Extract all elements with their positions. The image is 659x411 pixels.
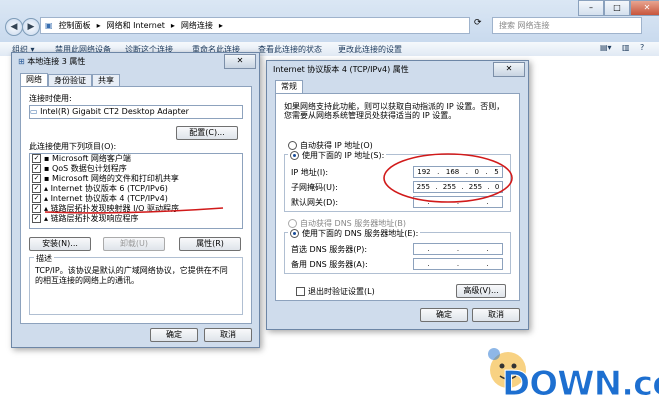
manual-dns-group: 使用下面的 DNS 服务器地址(E): 首选 DNS 服务器(P): ... 备… bbox=[284, 228, 511, 274]
component-icon: ▪ bbox=[44, 164, 50, 173]
dialog-title: Internet 协议版本 4 (TCP/IPv4) 属性 bbox=[273, 65, 409, 74]
cancel-button[interactable]: 取消 bbox=[204, 328, 252, 342]
preferred-dns-label: 首选 DNS 服务器(P): bbox=[291, 245, 368, 254]
breadcrumb-item[interactable]: 控制面板 bbox=[59, 20, 91, 31]
alternate-dns-label: 备用 DNS 服务器(A): bbox=[291, 260, 368, 269]
description-label: 描述 bbox=[34, 253, 54, 264]
checkbox[interactable] bbox=[296, 287, 305, 296]
help-icon[interactable]: ? bbox=[640, 43, 644, 52]
protocol-icon: ▴ bbox=[44, 194, 49, 203]
preview-pane-icon[interactable]: ▥ bbox=[622, 43, 630, 52]
breadcrumb-item[interactable]: 网络连接 bbox=[181, 20, 213, 31]
ok-button[interactable]: 确定 bbox=[150, 328, 198, 342]
general-tab-panel: 如果网络支持此功能，则可以获取自动指派的 IP 设置。否则，您需要从网络系统管理… bbox=[275, 93, 520, 301]
ip-address-label: IP 地址(I): bbox=[291, 168, 329, 177]
checkbox[interactable]: ✓ bbox=[32, 204, 41, 213]
view-status-command[interactable]: 查看此连接的状态 bbox=[258, 44, 322, 55]
view-options-icon[interactable]: ▤▾ bbox=[600, 43, 612, 52]
watermark-logo: DOWN.cc bbox=[480, 330, 659, 408]
dialog-title: ⊞ 本地连接 3 属性 bbox=[18, 57, 86, 66]
list-item[interactable]: ✓ ▴ 链路层拓扑发现响应程序 bbox=[30, 214, 242, 224]
breadcrumb-item[interactable]: 网络和 Internet bbox=[107, 20, 165, 31]
properties-button[interactable]: 属性(R) bbox=[179, 237, 241, 251]
checkbox[interactable]: ✓ bbox=[32, 154, 41, 163]
list-item[interactable]: ✓ ▴ Internet 协议版本 6 (TCP/IPv6) bbox=[30, 184, 242, 194]
checkbox[interactable]: ✓ bbox=[32, 174, 41, 183]
close-button[interactable]: ✕ bbox=[630, 0, 659, 16]
window-controls: – □ ✕ bbox=[578, 0, 659, 16]
manual-dns-option[interactable]: 使用下面的 DNS 服务器地址(E): bbox=[288, 228, 421, 239]
subnet-mask-label: 子网掩码(U): bbox=[291, 183, 338, 192]
description-text: TCP/IP。该协议是默认的广域网络协议，它提供在不同的相互连接的网络上的通讯。 bbox=[35, 266, 228, 285]
connection-properties-dialog: ⊞ 本地连接 3 属性 ✕ 网络 身份验证 共享 连接时使用: ▭ Intel(… bbox=[11, 52, 260, 348]
annotation-circle bbox=[383, 153, 513, 203]
list-item[interactable]: ✓ ▴ Internet 协议版本 4 (TCP/IPv4) bbox=[30, 194, 242, 204]
description-group: 描述 TCP/IP。该协议是默认的广域网络协议，它提供在不同的相互连接的网络上的… bbox=[29, 253, 243, 315]
refresh-icon[interactable]: ⟳ bbox=[474, 18, 482, 28]
tab-general[interactable]: 常规 bbox=[275, 80, 303, 94]
radio[interactable] bbox=[290, 229, 299, 238]
list-item[interactable]: ✓ ▪ Microsoft 网络客户端 bbox=[30, 154, 242, 164]
alternate-dns-input[interactable]: ... bbox=[413, 258, 503, 270]
annotation-underline bbox=[44, 207, 224, 214]
ipv4-properties-dialog: Internet 协议版本 4 (TCP/IPv4) 属性 ✕ 常规 如果网络支… bbox=[266, 60, 529, 330]
radio[interactable] bbox=[290, 151, 299, 160]
component-icon: ▪ bbox=[44, 154, 50, 163]
maximize-button[interactable]: □ bbox=[604, 0, 630, 16]
close-button[interactable]: ✕ bbox=[493, 62, 525, 77]
intro-text: 如果网络支持此功能，则可以获取自动指派的 IP 设置。否则，您需要从网络系统管理… bbox=[284, 102, 505, 120]
change-settings-command[interactable]: 更改此连接的设置 bbox=[338, 44, 402, 55]
address-bar[interactable]: ▣ 控制面板 ▸ 网络和 Internet ▸ 网络连接 ▸ bbox=[40, 17, 470, 34]
search-input[interactable]: 搜索 网络连接 bbox=[492, 17, 642, 34]
network-icon: ⊞ bbox=[18, 57, 25, 66]
radio bbox=[288, 219, 297, 228]
uninstall-button: 卸载(U) bbox=[103, 237, 165, 251]
ok-button[interactable]: 确定 bbox=[420, 308, 468, 322]
manual-ip-option[interactable]: 使用下面的 IP 地址(S): bbox=[288, 150, 387, 161]
install-button[interactable]: 安装(N)... bbox=[29, 237, 91, 251]
folder-icon: ▣ bbox=[45, 21, 53, 30]
checkbox[interactable]: ✓ bbox=[32, 164, 41, 173]
validate-on-exit-option[interactable]: 退出时验证设置(L) bbox=[296, 286, 375, 297]
protocol-icon: ▴ bbox=[44, 214, 49, 223]
checkbox[interactable]: ✓ bbox=[32, 184, 41, 193]
checkbox[interactable]: ✓ bbox=[32, 214, 41, 223]
back-button[interactable]: ◀ bbox=[5, 18, 23, 36]
radio[interactable] bbox=[288, 141, 297, 150]
close-button[interactable]: ✕ bbox=[224, 54, 256, 69]
list-item[interactable]: ✓ ▪ Microsoft 网络的文件和打印机共享 bbox=[30, 174, 242, 184]
protocol-icon: ▴ bbox=[44, 184, 49, 193]
adapter-icon: ▭ bbox=[30, 107, 41, 116]
configure-button[interactable]: 配置(C)... bbox=[176, 126, 238, 140]
network-tab-panel: 连接时使用: ▭ Intel(R) Gigabit CT2 Desktop Ad… bbox=[20, 86, 252, 324]
adapter-field: ▭ Intel(R) Gigabit CT2 Desktop Adapter bbox=[29, 105, 243, 119]
advanced-button[interactable]: 高级(V)... bbox=[456, 284, 506, 298]
preferred-dns-input[interactable]: ... bbox=[413, 243, 503, 255]
component-icon: ▪ bbox=[44, 174, 50, 183]
gateway-label: 默认网关(D): bbox=[291, 198, 339, 207]
connect-using-label: 连接时使用: bbox=[29, 94, 72, 103]
tab-network[interactable]: 网络 bbox=[20, 73, 48, 87]
list-item[interactable]: ✓ ▪ QoS 数据包计划程序 bbox=[30, 164, 242, 174]
cancel-button[interactable]: 取消 bbox=[472, 308, 520, 322]
items-label: 此连接使用下列项目(O): bbox=[29, 142, 117, 151]
connection-items-list: ✓ ▪ Microsoft 网络客户端 ✓ ▪ QoS 数据包计划程序 ✓ ▪ Mic… bbox=[29, 153, 243, 229]
forward-button[interactable]: ▶ bbox=[22, 18, 40, 36]
watermark-text: DOWN.cc bbox=[501, 364, 659, 405]
minimize-button[interactable]: – bbox=[578, 0, 604, 16]
checkbox[interactable]: ✓ bbox=[32, 194, 41, 203]
